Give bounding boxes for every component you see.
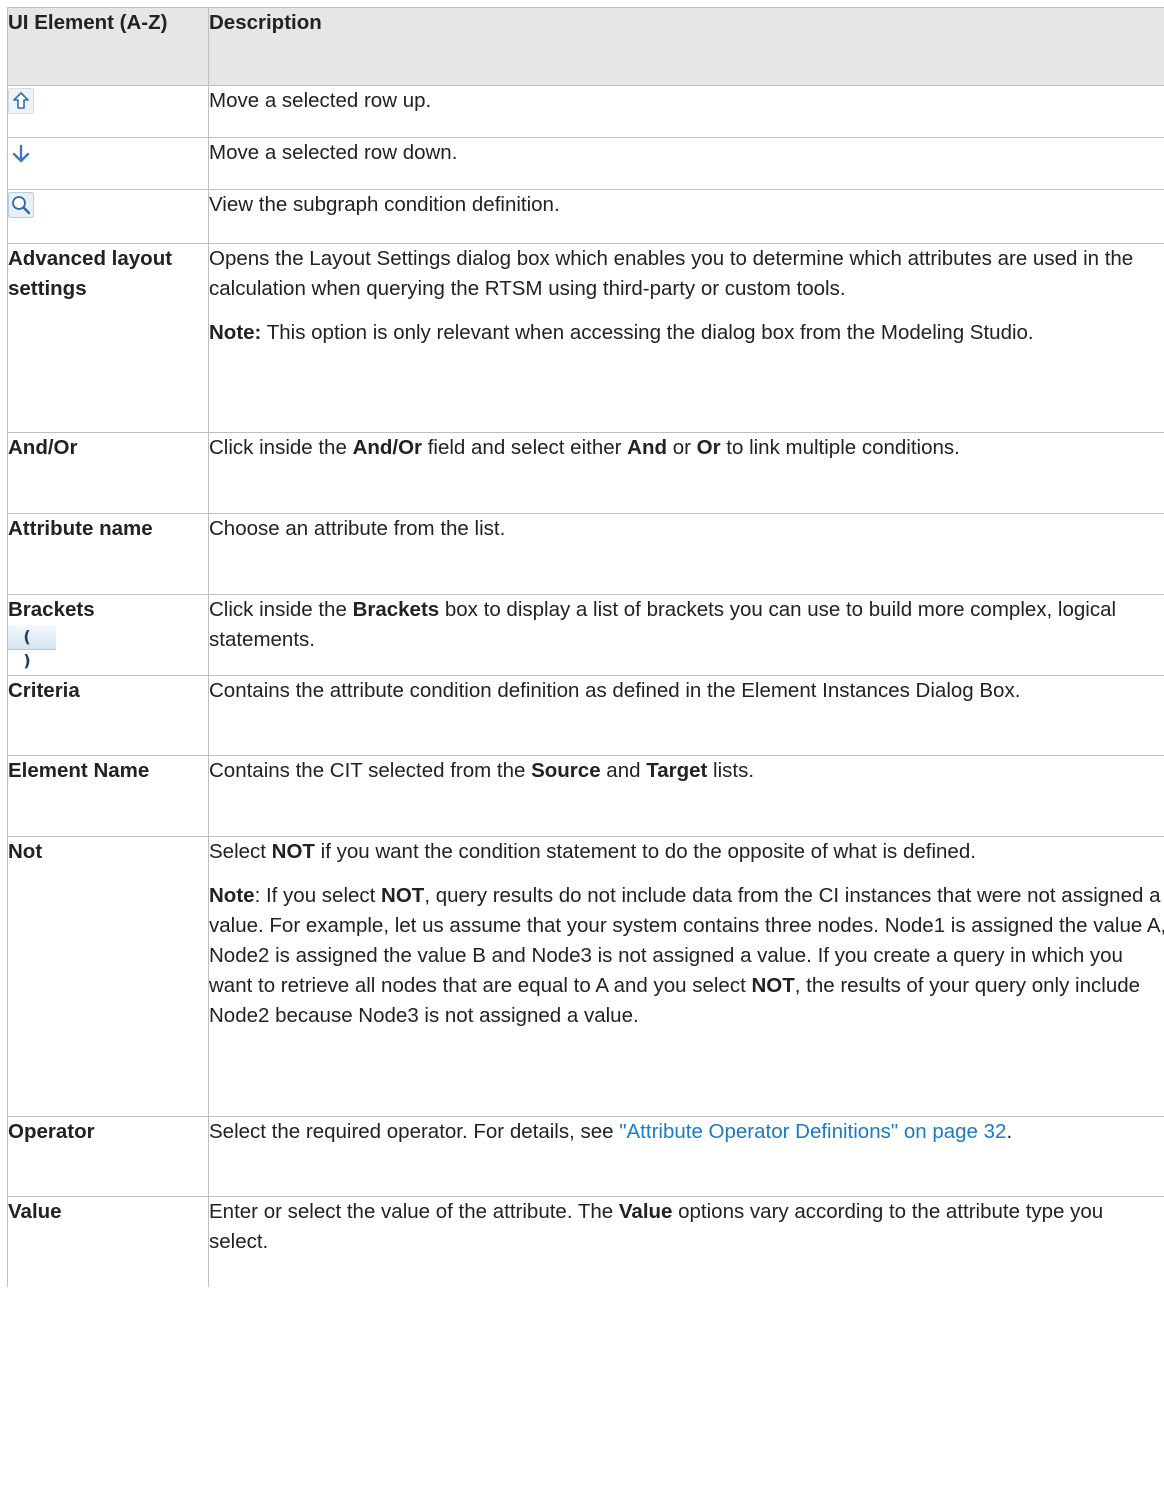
table-row: Advanced layout settings Opens the Layou… <box>7 243 1164 433</box>
table-row: Move a selected row down. <box>7 137 1164 190</box>
table-row: Move a selected row up. <box>7 85 1164 138</box>
row-label: Value <box>7 1196 209 1287</box>
row-label: Attribute name <box>7 513 209 595</box>
magnifier-view-icon <box>8 192 34 218</box>
row-description: Choose an attribute from the list. <box>209 517 506 540</box>
header-ui-element: UI Element (A-Z) <box>7 7 209 86</box>
table-header-row: UI Element (A-Z) Description <box>7 7 1164 86</box>
row-label: Element Name <box>7 755 209 837</box>
row-label: Criteria <box>7 675 209 756</box>
row-description: Select the required operator. For detail… <box>209 1120 1013 1143</box>
row-label: Brackets <box>8 598 95 621</box>
row-description: Contains the attribute condition definit… <box>209 679 1021 702</box>
row-description: Opens the Layout Settings dialog box whi… <box>209 247 1134 300</box>
row-description: Click inside the Brackets box to display… <box>209 598 1117 651</box>
row-description: View the subgraph condition definition. <box>209 193 560 216</box>
ui-elements-table: UI Element (A-Z) Description Move a sele… <box>7 7 1164 1287</box>
table-row: Criteria Contains the attribute conditio… <box>7 675 1164 756</box>
row-description: Click inside the And/Or field and select… <box>209 436 960 459</box>
row-label: Not <box>7 836 209 1117</box>
move-down-arrow-icon <box>8 140 34 166</box>
table-row: Element Name Contains the CIT selected f… <box>7 755 1164 837</box>
row-description: Enter or select the value of the attribu… <box>209 1200 1104 1253</box>
brackets-icon: ( ) <box>8 625 56 670</box>
row-note: Note: This option is only relevant when … <box>209 321 1034 344</box>
table-row: Attribute name Choose an attribute from … <box>7 513 1164 595</box>
table-row: Not Select NOT if you want the condition… <box>7 836 1164 1117</box>
table-row: Operator Select the required operator. F… <box>7 1116 1164 1197</box>
row-label: And/Or <box>7 432 209 514</box>
row-note: Note: If you select NOT, query results d… <box>209 884 1164 1027</box>
row-description: Move a selected row down. <box>209 141 458 164</box>
table-row: Value Enter or select the value of the a… <box>7 1196 1164 1287</box>
table-row: Brackets ( ) Click inside the Brackets b… <box>7 594 1164 676</box>
row-description: Select NOT if you want the condition sta… <box>209 840 976 863</box>
row-label: Advanced layout settings <box>7 243 209 433</box>
row-description: Move a selected row up. <box>209 89 432 112</box>
table-row: View the subgraph condition definition. <box>7 189 1164 244</box>
row-description: Contains the CIT selected from the Sourc… <box>209 759 755 782</box>
table-row: And/Or Click inside the And/Or field and… <box>7 432 1164 514</box>
header-description: Description <box>208 7 1164 86</box>
attribute-operator-definitions-link[interactable]: "Attribute Operator Definitions" on page… <box>619 1120 1006 1143</box>
row-label: Operator <box>7 1116 209 1197</box>
move-up-arrow-icon <box>8 88 34 114</box>
